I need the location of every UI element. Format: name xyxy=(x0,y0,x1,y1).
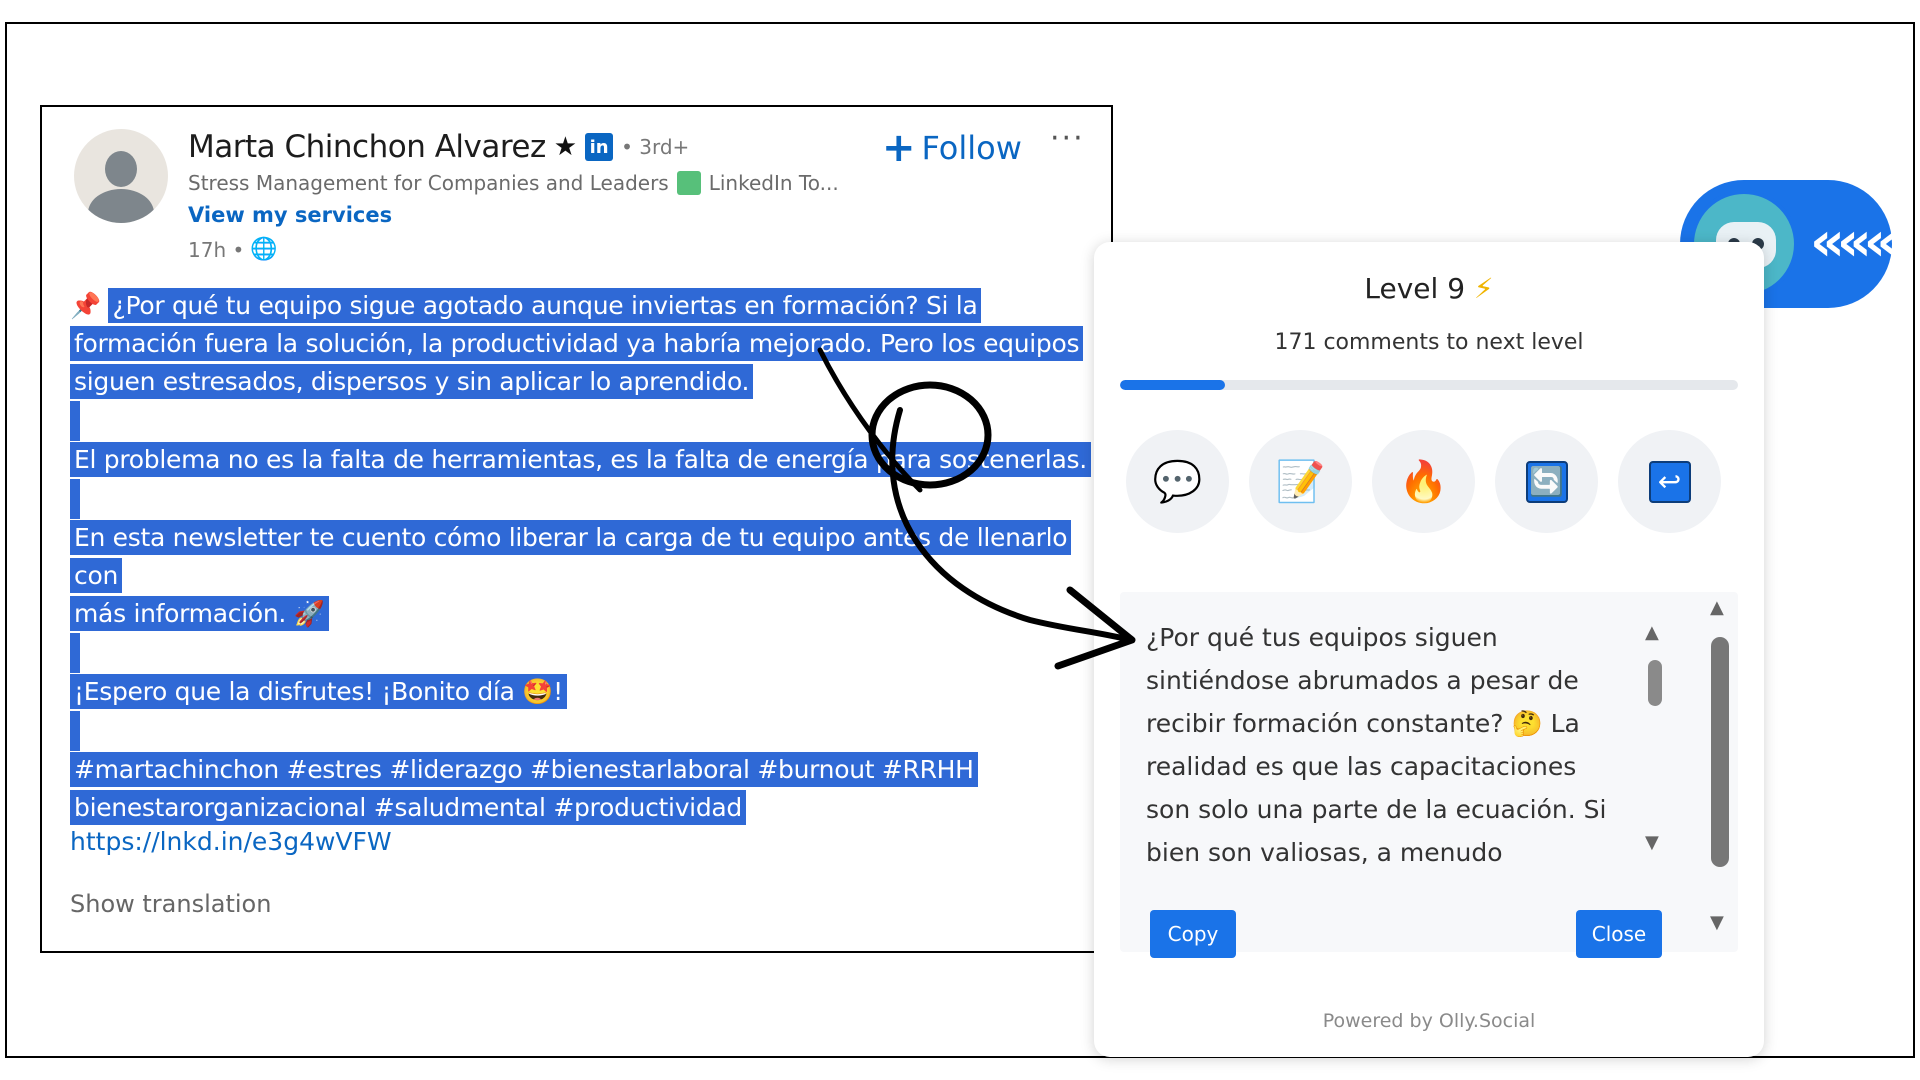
generated-reply-box[interactable]: ¿Por qué tus equipos siguen sintiéndose … xyxy=(1120,592,1738,952)
fire-icon: 🔥 xyxy=(1398,459,1449,505)
edit-note-button[interactable]: 📝 xyxy=(1249,430,1352,533)
panel-scrollbar[interactable]: ▲ ▼ xyxy=(1708,597,1732,937)
scroll-down-icon[interactable]: ▼ xyxy=(1710,912,1724,933)
linkedin-post-card: Marta Chinchon Alvarez ★ in • 3rd+ Stres… xyxy=(40,105,1113,953)
scroll-thumb[interactable] xyxy=(1648,660,1662,706)
fire-button[interactable]: 🔥 xyxy=(1372,430,1475,533)
post-line: ¿Por qué tu equipo sigue agotado aunque … xyxy=(108,288,982,323)
author-name[interactable]: Marta Chinchon Alvarez xyxy=(188,129,546,165)
post-body-text[interactable]: 📌 ¿Por qué tu equipo sigue agotado aunqu… xyxy=(70,287,1111,827)
return-icon: ↩ xyxy=(1648,460,1691,503)
level-indicator: Level 9 ⚡ xyxy=(1094,272,1764,305)
post-line: ¡Espero que la disfrutes! ¡Bonito día 🤩! xyxy=(70,674,567,709)
close-button[interactable]: Close xyxy=(1576,910,1662,958)
action-buttons: 💬 📝 🔥 🔄 ↩ xyxy=(1126,430,1721,533)
return-button[interactable]: ↩ xyxy=(1618,430,1721,533)
headline-text: Stress Management for Companies and Lead… xyxy=(188,171,669,195)
follow-label: Follow xyxy=(921,129,1022,167)
powered-by: Powered by Olly.Social xyxy=(1322,1010,1536,1032)
avatar-head xyxy=(105,151,137,187)
scroll-up-icon[interactable]: ▲ xyxy=(1645,622,1659,643)
post-line: En esta newsletter te cuento cómo libera… xyxy=(70,520,1072,593)
post-line: formación fuera la solución, la producti… xyxy=(70,326,1084,361)
comment-icon: 💬 xyxy=(1152,459,1203,505)
refresh-button[interactable]: 🔄 xyxy=(1495,430,1598,533)
post-line: siguen estresados, dispersos y sin aplic… xyxy=(70,364,754,399)
comment-button[interactable]: 💬 xyxy=(1126,430,1229,533)
connection-degree: • 3rd+ xyxy=(621,135,690,159)
more-options-icon[interactable]: ··· xyxy=(1050,121,1085,156)
selection-gap xyxy=(70,479,80,519)
plus-icon: + xyxy=(882,125,916,171)
selection-gap xyxy=(70,711,80,751)
hashtags-line[interactable]: #martachinchon #estres #liderazgo #biene… xyxy=(70,752,978,787)
edit-note-icon: 📝 xyxy=(1275,459,1326,505)
scroll-down-icon[interactable]: ▼ xyxy=(1645,832,1659,853)
collapse-chevrons-icon[interactable]: ««« xyxy=(1810,210,1899,273)
pin-icon: 📌 xyxy=(70,291,101,320)
generated-reply-text[interactable]: ¿Por qué tus equipos siguen sintiéndose … xyxy=(1146,616,1616,874)
level-progress-fill xyxy=(1120,380,1226,390)
follow-button[interactable]: + Follow xyxy=(882,125,1022,171)
avatar-body xyxy=(88,189,154,223)
view-services-link[interactable]: View my services xyxy=(188,203,392,227)
linkedin-premium-icon: in xyxy=(585,133,614,161)
level-progress-bar xyxy=(1120,380,1738,390)
selection-gap xyxy=(70,633,80,673)
reply-scrollbar[interactable]: ▲ ▼ xyxy=(1643,622,1667,862)
time-text: 17h • xyxy=(188,237,245,262)
newsletter-icon xyxy=(676,171,701,195)
post-line: El problema no es la falta de herramient… xyxy=(70,442,1091,477)
post-timestamp: 17h • 🌐 xyxy=(188,237,278,262)
scroll-up-icon[interactable]: ▲ xyxy=(1710,597,1724,618)
show-translation-button[interactable]: Show translation xyxy=(70,890,271,918)
selection-gap xyxy=(70,401,80,441)
globe-icon: 🌐 xyxy=(250,237,278,262)
olly-panel: Level 9 ⚡ 171 comments to next level 💬 📝 🔥… xyxy=(1094,242,1764,1057)
avatar[interactable] xyxy=(74,129,168,223)
star-icon: ★ xyxy=(553,132,578,162)
lightning-icon: ⚡ xyxy=(1473,272,1494,305)
copy-button[interactable]: Copy xyxy=(1150,910,1236,958)
hashtags-line[interactable]: bienestarorganizacional #saludmental #pr… xyxy=(70,790,746,825)
refresh-icon: 🔄 xyxy=(1525,460,1568,503)
level-label: Level 9 xyxy=(1364,272,1466,305)
author-row: Marta Chinchon Alvarez ★ in • 3rd+ xyxy=(188,129,689,165)
post-link[interactable]: https://lnkd.in/e3g4wVFW xyxy=(70,827,392,856)
author-headline: Stress Management for Companies and Lead… xyxy=(188,171,839,195)
scroll-thumb[interactable] xyxy=(1711,637,1729,867)
headline-suffix: LinkedIn To... xyxy=(708,171,839,195)
post-line: más información. 🚀 xyxy=(70,596,329,631)
comments-to-next-level: 171 comments to next level xyxy=(1274,330,1584,355)
